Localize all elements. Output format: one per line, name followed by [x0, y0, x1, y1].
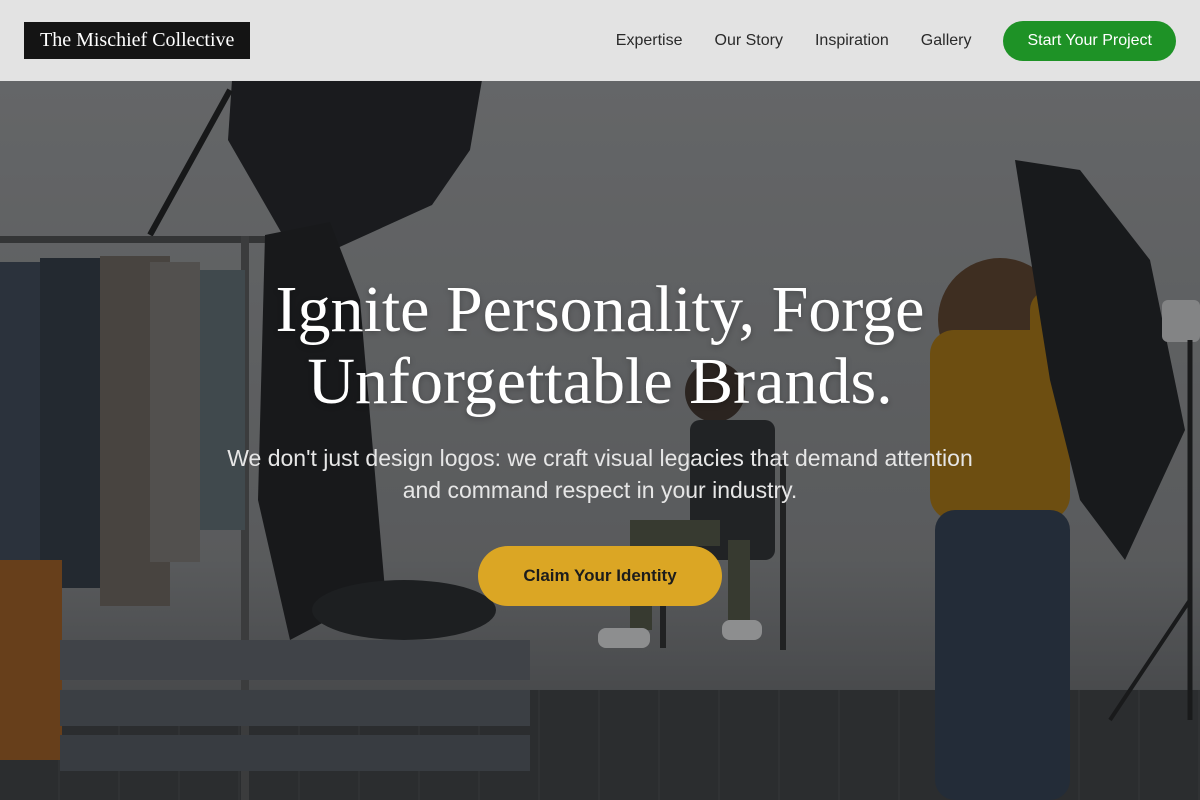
nav-link-gallery[interactable]: Gallery	[921, 32, 972, 50]
brand-logo[interactable]: The Mischief Collective	[24, 22, 251, 59]
hero-title-line-2: Unforgettable Brands.	[307, 345, 893, 418]
main-nav: Expertise Our Story Inspiration Gallery …	[616, 20, 1176, 61]
top-navbar: The Mischief Collective Expertise Our St…	[0, 0, 1200, 81]
nav-link-inspiration[interactable]: Inspiration	[815, 32, 889, 50]
start-project-button[interactable]: Start Your Project	[1003, 20, 1176, 61]
hero-section: Ignite Personality, Forge Unforgettable …	[150, 274, 1050, 606]
hero-title: Ignite Personality, Forge Unforgettable …	[150, 274, 1050, 418]
nav-link-expertise[interactable]: Expertise	[616, 32, 683, 50]
nav-link-our-story[interactable]: Our Story	[715, 32, 783, 50]
claim-identity-button[interactable]: Claim Your Identity	[478, 546, 722, 606]
hero-subtitle: We don't just design logos: we craft vis…	[227, 445, 973, 503]
hero-title-line-1: Ignite Personality, Forge	[275, 273, 925, 346]
